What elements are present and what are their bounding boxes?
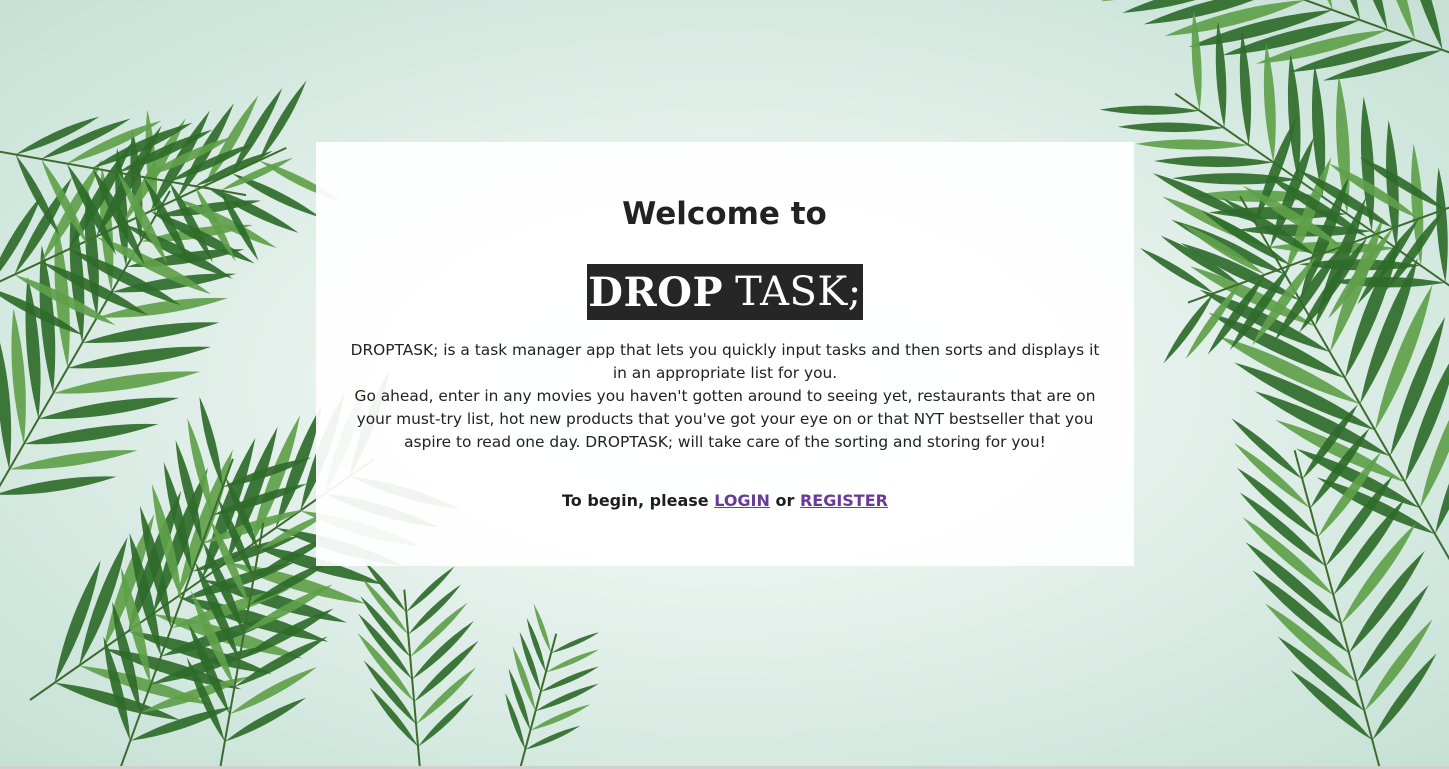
logo-task-text: TASK; (735, 269, 862, 315)
cta-prefix-text: To begin, please (562, 491, 709, 510)
description-paragraph-1: DROPTASK; is a task manager app that let… (350, 341, 1100, 382)
call-to-action: To begin, please LOGIN or REGISTER (316, 491, 1134, 510)
welcome-heading: Welcome to (622, 196, 827, 232)
register-link[interactable]: REGISTER (800, 491, 888, 510)
cta-or-text: or (775, 491, 795, 510)
logo-drop-text: DROP (588, 268, 724, 316)
description-paragraph-2: Go ahead, enter in any movies you haven'… (354, 387, 1096, 451)
app-description: DROPTASK; is a task manager app that let… (350, 339, 1100, 454)
login-link[interactable]: LOGIN (714, 491, 770, 510)
droptask-logo: DROP TASK; (587, 264, 863, 320)
